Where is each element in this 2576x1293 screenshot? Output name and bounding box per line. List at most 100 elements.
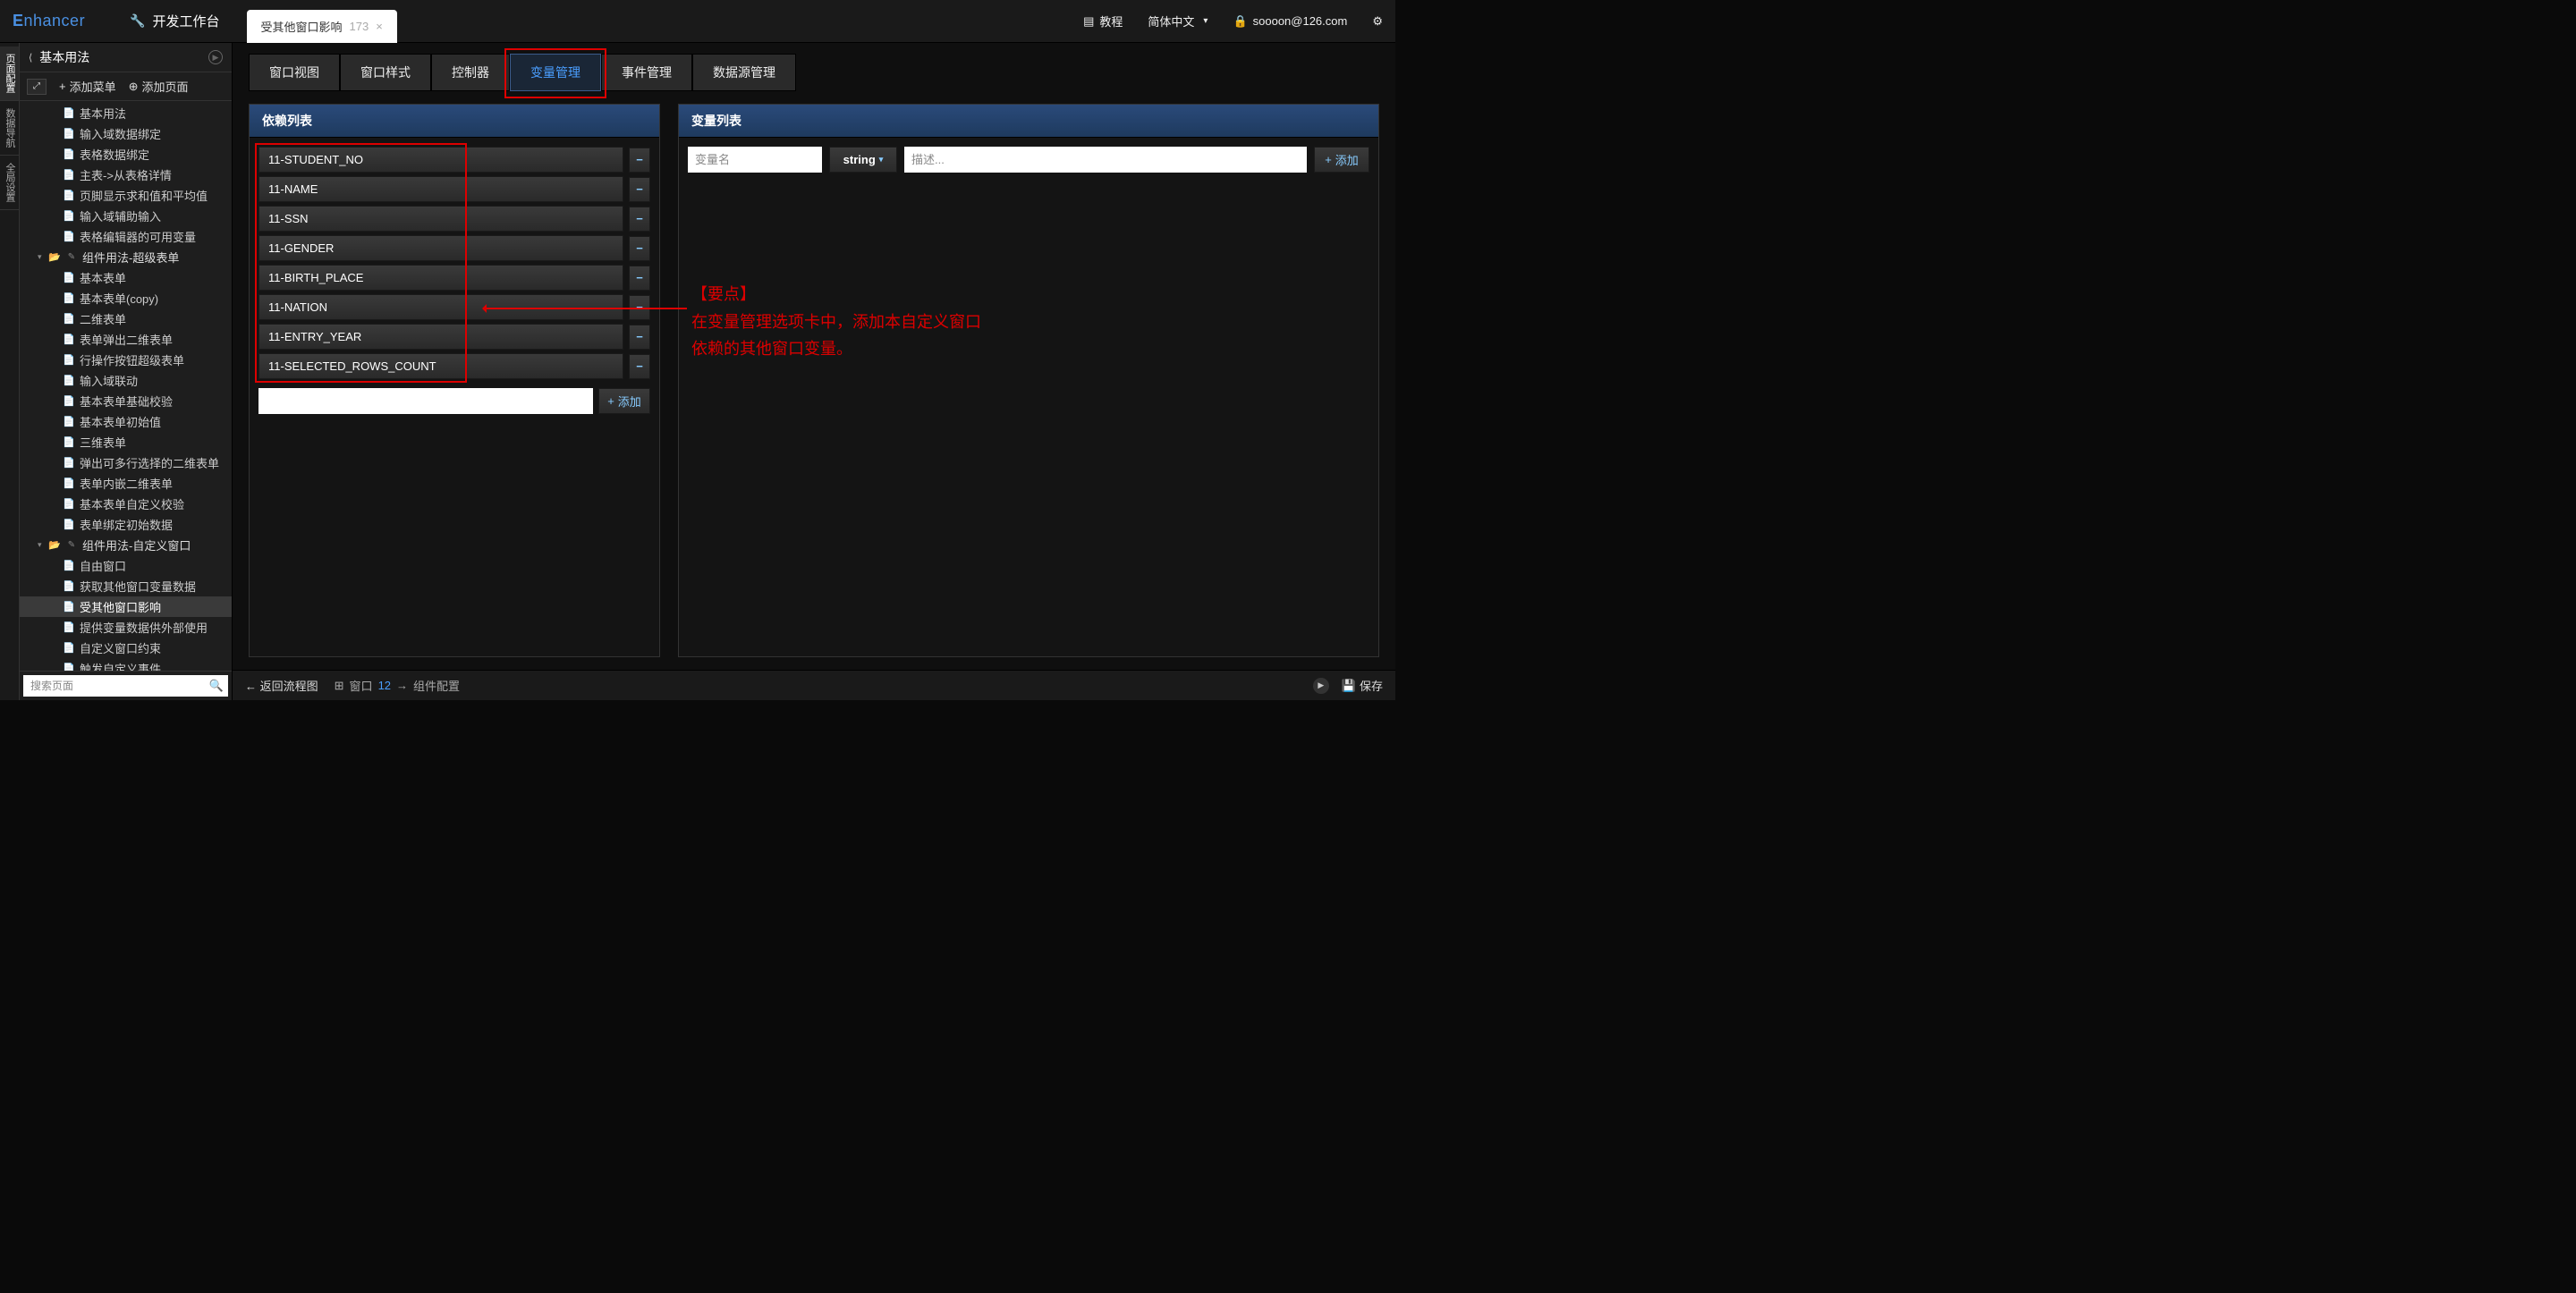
tree-file[interactable]: 📄输入域联动 xyxy=(20,370,232,391)
tree-item-label: 基本用法 xyxy=(80,105,126,122)
back-button[interactable]: ← 返回流程图 xyxy=(245,677,318,694)
plus-icon: + xyxy=(59,80,66,93)
file-icon: 📄 xyxy=(63,313,75,325)
remove-dependency-button[interactable]: − xyxy=(629,236,650,261)
tree-file[interactable]: 📄表单绑定初始数据 xyxy=(20,514,232,535)
remove-dependency-button[interactable]: − xyxy=(629,266,650,291)
tree-file[interactable]: 📄表格数据绑定 xyxy=(20,144,232,165)
content-tab[interactable]: 窗口样式 xyxy=(340,54,431,91)
tree-file[interactable]: 📄弹出可多行选择的二维表单 xyxy=(20,452,232,473)
user-menu[interactable]: 🔒 soooon@126.com xyxy=(1233,14,1347,29)
caret-icon: ▾ xyxy=(38,252,48,262)
tree-file[interactable]: 📄基本表单 xyxy=(20,267,232,288)
tree-file[interactable]: 📄获取其他窗口变量数据 xyxy=(20,576,232,596)
run-button[interactable]: ▶ xyxy=(1313,678,1329,694)
preview-button[interactable]: ▶ xyxy=(208,50,223,64)
tree-file[interactable]: 📄页脚显示求和值和平均值 xyxy=(20,185,232,206)
page-tree: 📄基本用法📄输入域数据绑定📄表格数据绑定📄主表->从表格详情📄页脚显示求和值和平… xyxy=(20,101,232,671)
remove-dependency-button[interactable]: − xyxy=(629,177,650,202)
content-tabs: 窗口视图窗口样式控制器变量管理事件管理数据源管理 xyxy=(233,43,1395,91)
dependency-row: 11-GENDER− xyxy=(258,235,650,261)
content-area: 窗口视图窗口样式控制器变量管理事件管理数据源管理 依赖列表 11-STUDENT… xyxy=(233,43,1395,700)
tree-file[interactable]: 📄三维表单 xyxy=(20,432,232,452)
tree-item-label: 获取其他窗口变量数据 xyxy=(80,578,196,595)
remove-dependency-button[interactable]: − xyxy=(629,354,650,379)
arrow-left-icon: ← xyxy=(245,680,257,693)
tree-file[interactable]: 📄 二维表单 xyxy=(20,308,232,329)
sidebar: ⟨ 基本用法 ▶ ⤢ + 添加菜单 ⊕ 添加页面 📄基本用法📄输入域数据绑定📄表… xyxy=(20,43,233,700)
vertical-tab-strip: 页面配置 数据导航 全局设置 xyxy=(0,43,20,700)
bottom-bar: ← 返回流程图 ⊞ 窗口 12 → 组件配置 ▶ 💾 保存 xyxy=(233,670,1395,700)
add-page-button[interactable]: ⊕ 添加页面 xyxy=(129,78,189,95)
dependency-panel-header: 依赖列表 xyxy=(250,105,659,138)
search-button[interactable]: 🔍 xyxy=(205,675,228,697)
tree-file[interactable]: 📄表单内嵌二维表单 xyxy=(20,473,232,494)
document-tab[interactable]: 受其他窗口影响 173 × xyxy=(247,10,397,43)
tree-file[interactable]: 📄基本表单(copy) xyxy=(20,288,232,308)
dependency-input[interactable] xyxy=(258,388,593,414)
tree-file[interactable]: 📄受其他窗口影响 xyxy=(20,596,232,617)
add-menu-button[interactable]: + 添加菜单 xyxy=(59,78,116,95)
expand-button[interactable]: ⤢ xyxy=(27,79,47,95)
tree-file[interactable]: 📄主表->从表格详情 xyxy=(20,165,232,185)
collapse-icon[interactable]: ⟨ xyxy=(29,52,32,63)
tree-file[interactable]: 📄基本用法 xyxy=(20,103,232,123)
variable-desc-input[interactable] xyxy=(904,147,1307,173)
annotation-note: 【要点】 在变量管理选项卡中，添加本自定义窗口 依赖的其他窗口变量。 xyxy=(691,281,981,363)
content-tab[interactable]: 数据源管理 xyxy=(692,54,796,91)
close-icon[interactable]: × xyxy=(376,20,383,33)
tree-item-label: 三维表单 xyxy=(80,434,126,451)
tree-item-label: 基本表单(copy) xyxy=(80,290,158,307)
tree-file[interactable]: 📄基本表单自定义校验 xyxy=(20,494,232,514)
content-tab[interactable]: 窗口视图 xyxy=(249,54,340,91)
remove-dependency-button[interactable]: − xyxy=(629,148,650,173)
vtab-page-config[interactable]: 页面配置 xyxy=(0,46,19,101)
tree-file[interactable]: 📄触发自定义事件 xyxy=(20,658,232,671)
vtab-global[interactable]: 全局设置 xyxy=(0,156,19,210)
file-icon: 📄 xyxy=(63,457,75,469)
tree-file[interactable]: 📄基本表单基础校验 xyxy=(20,391,232,411)
content-tab[interactable]: 控制器 xyxy=(431,54,510,91)
edit-icon: ✎ xyxy=(65,539,78,552)
tree-file[interactable]: 📄输入域数据绑定 xyxy=(20,123,232,144)
variable-panel: 变量列表 string + 添加 【要点】 在变量管理选项卡 xyxy=(678,104,1379,657)
tree-file[interactable]: 📄基本表单初始值 xyxy=(20,411,232,432)
tree-file[interactable]: 📄自定义窗口约束 xyxy=(20,638,232,658)
tree-folder[interactable]: ▾📂✎组件用法-自定义窗口 xyxy=(20,535,232,555)
tree-file[interactable]: 📄表单弹出二维表单 xyxy=(20,329,232,350)
remove-dependency-button[interactable]: − xyxy=(629,207,650,232)
file-icon: 📄 xyxy=(63,621,75,634)
content-tab[interactable]: 事件管理 xyxy=(601,54,692,91)
tree-file[interactable]: 📄输入域辅助输入 xyxy=(20,206,232,226)
vtab-data-nav[interactable]: 数据导航 xyxy=(0,101,19,156)
content-tab[interactable]: 变量管理 xyxy=(510,54,601,91)
tree-folder[interactable]: ▾📂✎组件用法-超级表单 xyxy=(20,247,232,267)
variable-type-select[interactable]: string xyxy=(829,147,897,173)
add-dependency-button[interactable]: +添加 xyxy=(598,388,650,414)
language-dropdown[interactable]: 简体中文 xyxy=(1148,13,1208,30)
variable-name-input[interactable] xyxy=(688,147,822,173)
remove-dependency-button[interactable]: − xyxy=(629,325,650,350)
tree-file[interactable]: 📄 提供变量数据供外部使用 xyxy=(20,617,232,638)
tree-item-label: 二维表单 xyxy=(80,310,126,327)
tree-file[interactable]: 📄行操作按钮超级表单 xyxy=(20,350,232,370)
file-icon: 📄 xyxy=(63,334,75,346)
folder-icon: 📂 xyxy=(48,251,61,264)
tree-item-label: 输入域联动 xyxy=(80,372,138,389)
tutorial-link[interactable]: ▤ 教程 xyxy=(1083,13,1123,30)
tree-item-label: 提供变量数据供外部使用 xyxy=(80,619,208,636)
settings-button[interactable]: ⚙ xyxy=(1372,14,1383,29)
dependency-name: 11-SSN xyxy=(258,206,623,232)
lock-icon: 🔒 xyxy=(1233,14,1247,29)
variable-add-button[interactable]: + 添加 xyxy=(1314,147,1369,173)
workspace-link[interactable]: 🔧 开发工作台 xyxy=(130,12,219,30)
save-button[interactable]: 💾 保存 xyxy=(1342,677,1383,694)
tree-file[interactable]: 📄自由窗口 xyxy=(20,555,232,576)
tree-item-label: 基本表单初始值 xyxy=(80,413,161,430)
search-input[interactable] xyxy=(23,675,205,697)
grid-icon: ⊞ xyxy=(335,679,344,693)
file-icon: 📄 xyxy=(63,560,75,572)
file-icon: 📄 xyxy=(63,190,75,202)
file-icon: 📄 xyxy=(63,477,75,490)
tree-file[interactable]: 📄表格编辑器的可用变量 xyxy=(20,226,232,247)
